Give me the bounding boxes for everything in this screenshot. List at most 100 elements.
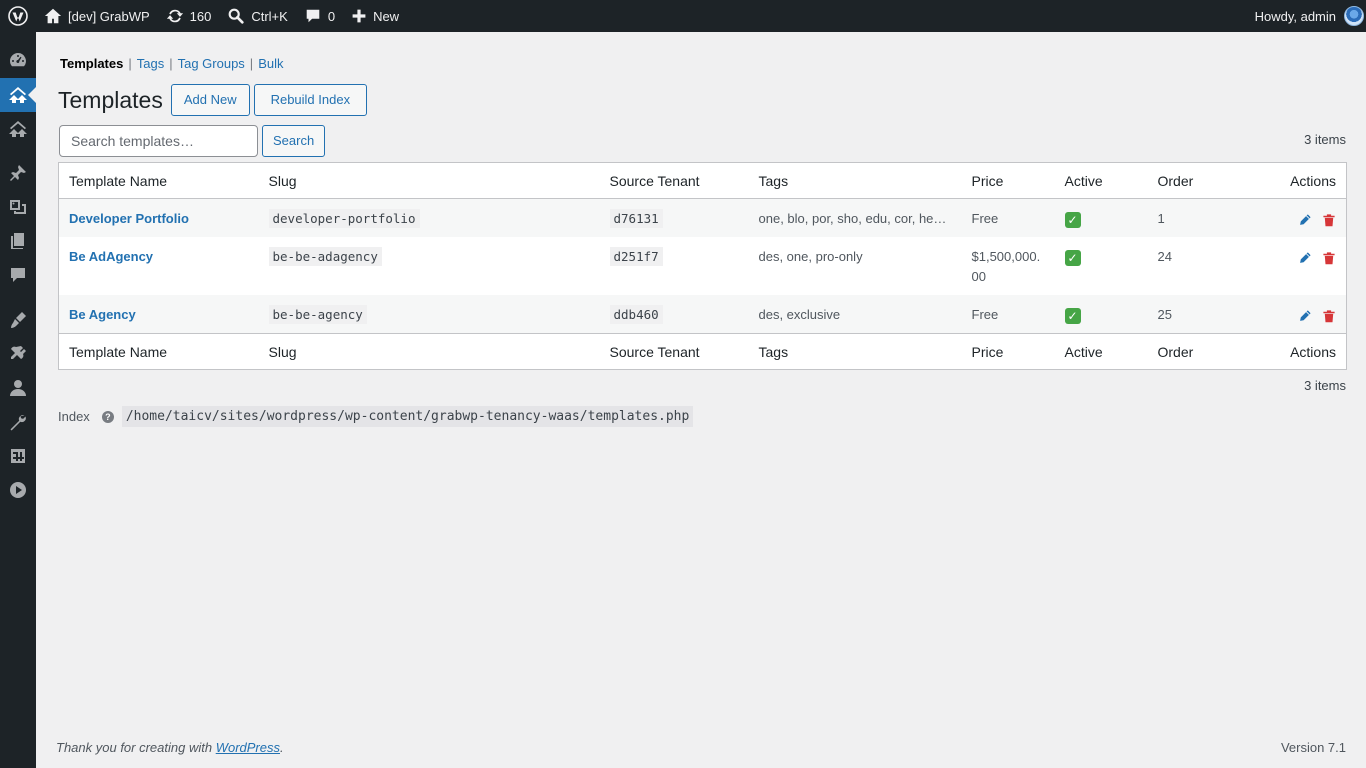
subnav-separator: | <box>249 56 254 71</box>
slug-code: be-be-agency <box>268 305 367 324</box>
site-name: [dev] GrabWP <box>68 8 150 24</box>
updates-count: 160 <box>189 8 212 24</box>
index-path: /home/taicv/sites/wordpress/wp-content/g… <box>121 406 694 427</box>
new-label: New <box>373 8 400 24</box>
admin-menu <box>0 32 36 768</box>
subnav-bulk[interactable]: Bulk <box>258 56 283 71</box>
cell-actions <box>1248 199 1347 238</box>
updates-icon <box>166 9 183 23</box>
cell-tags: des, exclusive <box>758 307 841 322</box>
template-name-link[interactable]: Be AdAgency <box>69 249 153 264</box>
table-row: Be AdAgency be-be-adagency d251f7 des, o… <box>59 237 1347 295</box>
help-icon[interactable]: ? <box>101 410 114 423</box>
edit-pencil-icon[interactable] <box>1298 213 1312 227</box>
rebuild-index-button[interactable]: Rebuild Index <box>253 84 368 116</box>
cell-order: 1 <box>1157 211 1165 226</box>
source-tenant-code: d76131 <box>609 209 663 228</box>
comments-count: 0 <box>327 8 336 24</box>
add-new-button[interactable]: Add New <box>170 84 250 116</box>
cell-tags: one, blo, por, sho, edu, cor, hea… <box>758 211 954 226</box>
subnav-templates[interactable]: Templates <box>60 56 123 71</box>
plus-icon <box>352 9 366 23</box>
search-shortcut: Ctrl+K <box>251 8 288 24</box>
cell-order: 25 <box>1157 307 1172 322</box>
cell-template-name: Developer Portfolio <box>59 199 259 238</box>
column-header-active: Active <box>1054 162 1148 199</box>
source-tenant-code: d251f7 <box>609 247 663 266</box>
slug-code: be-be-adagency <box>268 247 382 266</box>
column-header-order: Order <box>1147 162 1248 199</box>
cell-slug: developer-portfolio <box>259 199 600 238</box>
pages-icon[interactable] <box>0 224 36 258</box>
active-check-icon: ✓ <box>1064 307 1081 324</box>
search-button[interactable]: Search <box>262 125 326 157</box>
avatar <box>1344 6 1364 26</box>
cell-source-tenant: ddb460 <box>600 295 749 334</box>
cell-slug: be-be-adagency <box>259 237 600 295</box>
media-icon[interactable] <box>0 190 36 224</box>
edit-pencil-icon[interactable] <box>1298 309 1312 323</box>
column-footer-order: Order <box>1147 333 1248 370</box>
appearance-icon[interactable] <box>0 303 36 337</box>
new-content-link[interactable]: New <box>343 0 407 32</box>
index-label: Index <box>58 409 90 424</box>
search-icon <box>228 8 244 24</box>
column-header-source-tenant: Source Tenant <box>599 162 749 199</box>
table-row: Developer Portfolio developer-portfolio … <box>58 198 1347 238</box>
command-search-link[interactable]: Ctrl+K <box>219 0 295 32</box>
subnav-tag-groups[interactable]: Tag Groups <box>178 56 245 71</box>
column-footer-actions: Actions <box>1247 333 1347 370</box>
column-header-template-name: Template Name <box>58 162 259 199</box>
tools-icon[interactable] <box>0 405 36 439</box>
cell-order: 24 <box>1157 249 1172 264</box>
comments-link[interactable]: 0 <box>296 0 343 32</box>
delete-trash-icon[interactable] <box>1322 213 1336 227</box>
posts-icon[interactable] <box>0 156 36 190</box>
delete-trash-icon[interactable] <box>1322 251 1336 265</box>
my-account-link[interactable]: Howdy, admin <box>1247 0 1366 32</box>
subnav-separator: | <box>128 56 132 71</box>
users-icon[interactable] <box>0 371 36 405</box>
cell-tags: des, one, pro-only <box>758 249 863 264</box>
cell-source-tenant: d76131 <box>600 199 749 238</box>
template-name-link[interactable]: Be Agency <box>69 307 136 322</box>
admin-bar: [dev] GrabWP 160 Ctrl+K 0 New Howdy, adm… <box>0 0 1366 32</box>
cell-active: ✓ <box>1055 237 1148 295</box>
grabwp-tenancy-icon[interactable] <box>0 78 36 112</box>
table-footer-row: Template Name Slug Source Tenant Tags Pr… <box>58 333 1347 370</box>
grabwp-icon[interactable] <box>0 112 36 146</box>
templates-table: Template Name Slug Source Tenant Tags Pr… <box>58 162 1347 370</box>
home-icon <box>44 8 62 24</box>
cell-slug: be-be-agency <box>259 295 600 334</box>
plugins-icon[interactable] <box>0 337 36 371</box>
site-name-link[interactable]: [dev] GrabWP <box>36 0 158 32</box>
column-header-price: Price <box>961 162 1055 199</box>
table-row: Be Agency be-be-agency ddb460 des, exclu… <box>58 295 1347 334</box>
comments-icon[interactable] <box>0 258 36 292</box>
page-title: Templates <box>58 86 163 113</box>
wordpress-link[interactable]: WordPress <box>216 740 280 755</box>
column-footer-source-tenant: Source Tenant <box>599 333 749 370</box>
subnav-separator: | <box>169 56 173 71</box>
template-name-link[interactable]: Developer Portfolio <box>69 211 189 226</box>
cell-template-name: Be AdAgency <box>59 237 259 295</box>
settings-icon[interactable] <box>0 439 36 473</box>
updates-link[interactable]: 160 <box>158 0 220 32</box>
subnav-tags[interactable]: Tags <box>137 56 164 71</box>
search-box: Search <box>59 125 326 157</box>
howdy-text: Howdy, admin <box>1254 8 1336 24</box>
cell-source-tenant: d251f7 <box>600 237 749 295</box>
search-input[interactable] <box>59 125 258 157</box>
cell-price: Free <box>971 211 999 226</box>
column-footer-slug: Slug <box>258 333 600 370</box>
cell-price: $1,500,000.00 <box>971 249 1041 284</box>
dashboard-icon[interactable] <box>0 43 36 77</box>
column-header-slug: Slug <box>258 162 600 199</box>
play-icon[interactable] <box>0 473 36 507</box>
column-footer-template-name: Template Name <box>58 333 259 370</box>
cell-active: ✓ <box>1055 295 1148 334</box>
delete-trash-icon[interactable] <box>1322 309 1336 323</box>
wordpress-logo-icon[interactable] <box>0 0 36 32</box>
cell-active: ✓ <box>1055 199 1148 238</box>
edit-pencil-icon[interactable] <box>1298 251 1312 265</box>
